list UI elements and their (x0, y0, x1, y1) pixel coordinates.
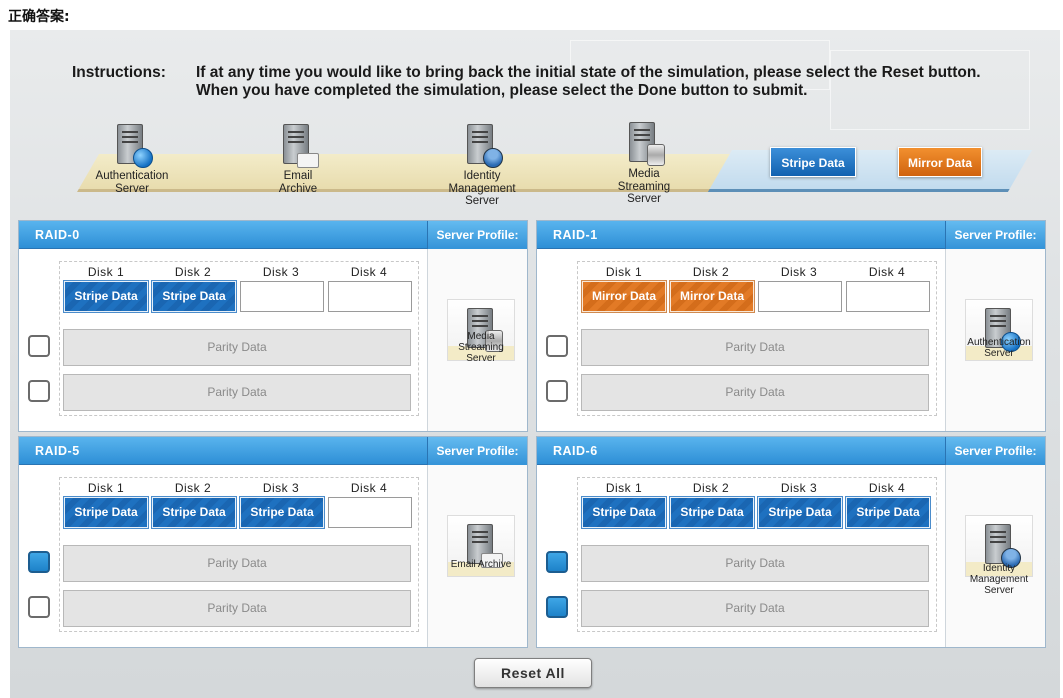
server-email-archive[interactable]: Email Archive (248, 122, 348, 195)
data-palette-platform (707, 150, 1033, 192)
raid-panel-5: RAID-5 Server Profile: Disk 1 Disk 2 Dis… (18, 436, 528, 648)
disk-slot-1[interactable]: Mirror Data (582, 281, 666, 312)
raid-panel-0: RAID-0 Server Profile: Disk 1 Disk 2 Dis… (18, 220, 528, 432)
disk-header: Disk 2 (692, 481, 730, 495)
instructions-text: If at any time you would like to bring b… (196, 64, 981, 99)
parity-checkbox-2[interactable] (546, 380, 568, 402)
parity-checkbox-2[interactable] (546, 596, 568, 618)
server-profile-label: Server Profile: (427, 221, 527, 249)
disk-header: Disk 3 (780, 481, 818, 495)
disk-slot-2[interactable]: Stripe Data (152, 497, 236, 528)
parity-checkbox-2[interactable] (28, 380, 50, 402)
disk-header: Disk 1 (605, 265, 643, 279)
disk-header: Disk 2 (692, 265, 730, 279)
parity-row-2[interactable]: Parity Data (63, 590, 411, 627)
server-profile-slot[interactable]: Authentication Server (945, 249, 1045, 431)
parity-row-1[interactable]: Parity Data (63, 329, 411, 366)
disk-slot-2[interactable]: Stripe Data (152, 281, 236, 312)
disk-header: Disk 3 (262, 265, 300, 279)
raid-title: RAID-0 (35, 228, 80, 242)
raid-panel-1: RAID-1 Server Profile: Disk 1 Disk 2 Dis… (536, 220, 1046, 432)
parity-row-2[interactable]: Parity Data (63, 374, 411, 411)
server-profile-label: Server Profile: (945, 221, 1045, 249)
profile-label: Email Archive (450, 559, 512, 570)
server-label: Media Streaming Server (617, 168, 671, 205)
disk-header: Disk 1 (605, 481, 643, 495)
disk-slot-2[interactable]: Stripe Data (670, 497, 754, 528)
parity-checkbox-2[interactable] (28, 596, 50, 618)
globe-server-icon (111, 122, 153, 168)
disk-slot-3[interactable]: Stripe Data (240, 497, 324, 528)
disk-header: Disk 1 (87, 481, 125, 495)
stripe-data-button[interactable]: Stripe Data (770, 147, 856, 177)
user-server-icon (461, 122, 503, 168)
reset-all-button[interactable]: Reset All (474, 658, 592, 688)
disk-header: Disk 2 (174, 265, 212, 279)
server-label: Identity Management Server (448, 170, 516, 207)
raid-header-bar: RAID-0 Server Profile: (19, 221, 527, 249)
parity-row-1[interactable]: Parity Data (581, 329, 929, 366)
disk-slot-4[interactable]: Stripe Data (846, 497, 930, 528)
profile-card[interactable]: Media Streaming Server (447, 299, 515, 364)
server-profile-slot[interactable]: Media Streaming Server (427, 249, 527, 431)
profile-card[interactable]: Authentication Server (965, 299, 1033, 361)
disk-slot-3[interactable] (240, 281, 324, 312)
disk-slot-2[interactable]: Mirror Data (670, 281, 754, 312)
raid-panel-6: RAID-6 Server Profile: Disk 1 Disk 2 Dis… (536, 436, 1046, 648)
parity-row-2[interactable]: Parity Data (581, 590, 929, 627)
server-profile-slot[interactable]: Identity Management Server (945, 465, 1045, 647)
disk-slot-1[interactable]: Stripe Data (64, 281, 148, 312)
disk-header: Disk 4 (350, 265, 388, 279)
raid-header-bar: RAID-6 Server Profile: (537, 437, 1045, 465)
disk-slot-4[interactable] (846, 281, 930, 312)
disk-slot-4[interactable] (328, 281, 412, 312)
raid-header-bar: RAID-5 Server Profile: (19, 437, 527, 465)
server-label: Email Archive (278, 170, 318, 195)
disk-header: Disk 4 (350, 481, 388, 495)
disk-header: Disk 2 (174, 481, 212, 495)
disk-slot-1[interactable]: Stripe Data (64, 497, 148, 528)
disk-header: Disk 3 (262, 481, 300, 495)
mirror-data-button[interactable]: Mirror Data (898, 147, 982, 177)
raid-simulation: Instructions: If at any time you would l… (10, 30, 1060, 698)
parity-checkbox-1[interactable] (28, 551, 50, 573)
user-server-icon (979, 522, 1021, 568)
raid-title: RAID-6 (553, 444, 598, 458)
disk-header: Disk 3 (780, 265, 818, 279)
parity-row-2[interactable]: Parity Data (581, 374, 929, 411)
instructions-label: Instructions: (72, 64, 166, 81)
disk-slot-4[interactable] (328, 497, 412, 528)
server-shelf (70, 150, 1033, 200)
disk-header: Disk 4 (868, 481, 906, 495)
profile-label: Identity Management Server (969, 563, 1029, 596)
answer-header: 正确答案: (8, 9, 70, 25)
parity-checkbox-1[interactable] (546, 335, 568, 357)
profile-label: Authentication Server (967, 337, 1031, 359)
raid-header-bar: RAID-1 Server Profile: (537, 221, 1045, 249)
server-authentication[interactable]: Authentication Server (82, 122, 182, 195)
server-identity-management[interactable]: Identity Management Server (432, 122, 532, 208)
mail-server-icon (277, 122, 319, 168)
disk-slot-3[interactable]: Stripe Data (758, 497, 842, 528)
raid-title: RAID-1 (553, 228, 598, 242)
profile-label: Media Streaming Server (458, 331, 504, 364)
database-server-icon (623, 120, 665, 166)
parity-checkbox-1[interactable] (28, 335, 50, 357)
raid-title: RAID-5 (35, 444, 80, 458)
disk-slot-3[interactable] (758, 281, 842, 312)
disk-header: Disk 4 (868, 265, 906, 279)
parity-row-1[interactable]: Parity Data (63, 545, 411, 582)
server-profile-slot[interactable]: Email Archive (427, 465, 527, 647)
disk-header: Disk 1 (87, 265, 125, 279)
disk-slot-1[interactable]: Stripe Data (582, 497, 666, 528)
server-profile-label: Server Profile: (427, 437, 527, 465)
parity-checkbox-1[interactable] (546, 551, 568, 573)
profile-card[interactable]: Identity Management Server (965, 515, 1033, 596)
server-label: Authentication Server (95, 170, 169, 195)
profile-card[interactable]: Email Archive (447, 515, 515, 577)
server-profile-label: Server Profile: (945, 437, 1045, 465)
server-media-streaming[interactable]: Media Streaming Server (594, 120, 694, 206)
parity-row-1[interactable]: Parity Data (581, 545, 929, 582)
